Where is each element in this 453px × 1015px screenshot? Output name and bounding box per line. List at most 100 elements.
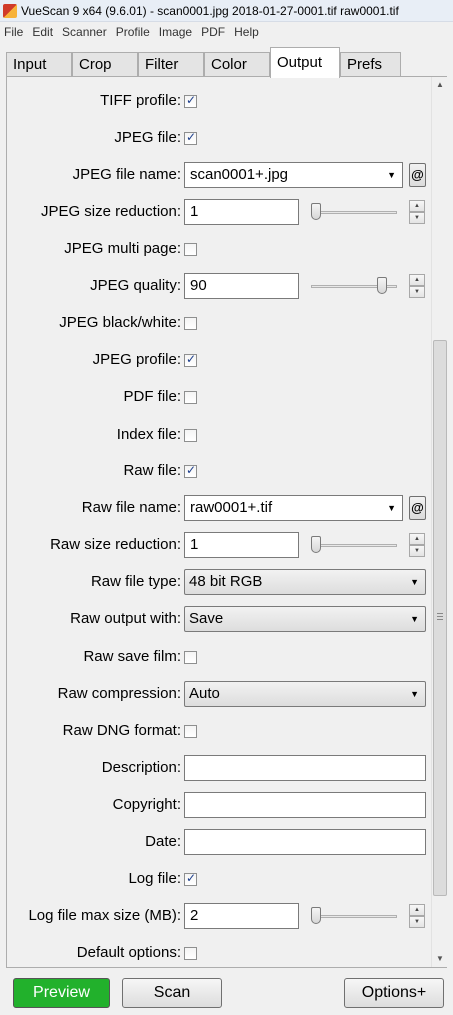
label-raw-file: Raw file:	[123, 462, 181, 479]
tab-input[interactable]: Input	[6, 52, 72, 77]
chevron-down-icon[interactable]: ▼	[387, 163, 396, 187]
menu-edit[interactable]: Edit	[28, 25, 57, 39]
tab-prefs[interactable]: Prefs	[340, 52, 401, 77]
slider-thumb[interactable]	[311, 536, 321, 553]
spin-down-icon[interactable]: ▼	[409, 212, 425, 224]
spin-down-icon[interactable]: ▼	[409, 286, 425, 298]
menu-image[interactable]: Image	[155, 25, 196, 39]
jpeg-size-reduction-slider[interactable]	[311, 198, 399, 226]
copyright-input[interactable]	[184, 792, 426, 818]
label-jpeg-profile: JPEG profile:	[92, 351, 181, 368]
tab-crop[interactable]: Crop	[72, 52, 138, 77]
preview-button[interactable]: Preview	[13, 978, 110, 1008]
checkbox-tiff-profile[interactable]	[184, 93, 197, 108]
row-raw-file-name: Raw file name: raw0001+.tif ▼ @	[7, 494, 431, 522]
chevron-down-icon[interactable]: ▼	[410, 607, 419, 631]
jpeg-file-name-value: scan0001+.jpg	[190, 166, 288, 183]
checkbox-log-file[interactable]	[184, 871, 197, 886]
menu-scanner[interactable]: Scanner	[58, 25, 111, 39]
raw-file-type-select[interactable]: 48 bit RGB ▼	[184, 569, 426, 595]
scrollbar-thumb[interactable]	[433, 340, 447, 896]
log-file-max-size-input[interactable]: 2	[184, 903, 299, 929]
checkbox-raw-save-film[interactable]	[184, 651, 197, 664]
spin-down-icon[interactable]: ▼	[409, 545, 425, 557]
checkbox-raw-dng-format[interactable]	[184, 725, 197, 738]
row-jpeg-file-name: JPEG file name: scan0001+.jpg ▼ @	[7, 161, 431, 189]
vertical-scrollbar[interactable]: ▲ ▼	[431, 77, 447, 967]
tab-filter[interactable]: Filter	[138, 52, 204, 77]
raw-file-name-combo[interactable]: raw0001+.tif ▼	[184, 495, 403, 521]
scan-button[interactable]: Scan	[122, 978, 222, 1008]
jpeg-file-name-combo[interactable]: scan0001+.jpg ▼	[184, 162, 403, 188]
tab-output[interactable]: Output	[270, 47, 340, 78]
label-description: Description:	[101, 759, 181, 776]
slider-thumb[interactable]	[311, 907, 321, 924]
raw-size-reduction-spinner[interactable]: ▲ ▼	[409, 533, 425, 557]
checkbox-raw-file[interactable]	[184, 463, 197, 478]
bottom-button-bar: Preview Scan Options+	[0, 970, 453, 1015]
checkbox-pdf-file[interactable]	[184, 391, 197, 404]
checkbox-index-file[interactable]	[184, 429, 197, 442]
vuescan-app-icon	[3, 3, 17, 18]
spin-up-icon[interactable]: ▲	[409, 533, 425, 545]
log-file-max-size-slider[interactable]	[311, 902, 399, 930]
title-bar: VueScan 9 x64 (9.6.01) - scan0001.jpg 20…	[0, 0, 453, 22]
menu-file[interactable]: File	[0, 25, 27, 39]
jpeg-file-name-at-button[interactable]: @	[409, 163, 426, 187]
menu-profile[interactable]: Profile	[112, 25, 154, 39]
row-jpeg-quality: JPEG quality: 90 ▲ ▼	[7, 272, 431, 300]
options-plus-button[interactable]: Options+	[344, 978, 444, 1008]
jpeg-size-reduction-spinner[interactable]: ▲ ▼	[409, 200, 425, 224]
label-raw-file-name: Raw file name:	[81, 499, 181, 516]
slider-track	[311, 915, 397, 918]
output-panel: TIFF profile: JPEG file: JPEG file name:…	[6, 76, 447, 968]
label-copyright: Copyright:	[112, 796, 181, 813]
chevron-down-icon[interactable]: ▼	[387, 496, 396, 520]
label-pdf-file: PDF file:	[123, 388, 181, 405]
checkbox-jpeg-multi-page[interactable]	[184, 243, 197, 256]
spin-down-icon[interactable]: ▼	[409, 916, 425, 928]
scroll-up-icon[interactable]: ▲	[432, 77, 448, 93]
row-raw-dng-format: Raw DNG format:	[7, 717, 431, 745]
spin-up-icon[interactable]: ▲	[409, 274, 425, 286]
checkbox-jpeg-black-white[interactable]	[184, 317, 197, 330]
spin-up-icon[interactable]: ▲	[409, 200, 425, 212]
jpeg-size-reduction-input[interactable]: 1	[184, 199, 299, 225]
raw-file-name-at-button[interactable]: @	[409, 496, 426, 520]
row-raw-save-film: Raw save film:	[7, 643, 431, 671]
log-file-max-size-spinner[interactable]: ▲ ▼	[409, 904, 425, 928]
label-raw-dng-format: Raw DNG format:	[62, 722, 181, 739]
row-jpeg-black-white: JPEG black/white:	[7, 309, 431, 337]
row-raw-output-with: Raw output with: Save ▼	[7, 605, 431, 633]
output-options: TIFF profile: JPEG file: JPEG file name:…	[7, 77, 431, 967]
menu-help[interactable]: Help	[230, 25, 263, 39]
row-index-file: Index file:	[7, 421, 431, 449]
spin-up-icon[interactable]: ▲	[409, 904, 425, 916]
raw-size-reduction-slider[interactable]	[311, 531, 399, 559]
scroll-down-icon[interactable]: ▼	[432, 951, 448, 967]
jpeg-quality-spinner[interactable]: ▲ ▼	[409, 274, 425, 298]
raw-compression-value: Auto	[189, 685, 220, 702]
raw-compression-select[interactable]: Auto ▼	[184, 681, 426, 707]
checkbox-jpeg-file[interactable]	[184, 130, 197, 145]
row-tiff-profile: TIFF profile:	[7, 87, 431, 115]
jpeg-quality-input[interactable]: 90	[184, 273, 299, 299]
tab-bar: Input Crop Filter Color Output Prefs	[6, 47, 426, 78]
jpeg-quality-slider[interactable]	[311, 272, 399, 300]
menu-pdf[interactable]: PDF	[197, 25, 229, 39]
row-default-options: Default options:	[7, 939, 431, 967]
checkbox-jpeg-profile[interactable]	[184, 352, 197, 367]
slider-thumb[interactable]	[377, 277, 387, 294]
label-jpeg-file-name: JPEG file name:	[72, 166, 181, 183]
row-raw-file-type: Raw file type: 48 bit RGB ▼	[7, 568, 431, 596]
slider-thumb[interactable]	[311, 203, 321, 220]
date-input[interactable]	[184, 829, 426, 855]
slider-track	[311, 211, 397, 214]
chevron-down-icon[interactable]: ▼	[410, 570, 419, 594]
chevron-down-icon[interactable]: ▼	[410, 682, 419, 706]
checkbox-default-options[interactable]	[184, 947, 197, 960]
raw-size-reduction-input[interactable]: 1	[184, 532, 299, 558]
raw-output-with-select[interactable]: Save ▼	[184, 606, 426, 632]
description-input[interactable]	[184, 755, 426, 781]
tab-color[interactable]: Color	[204, 52, 270, 77]
